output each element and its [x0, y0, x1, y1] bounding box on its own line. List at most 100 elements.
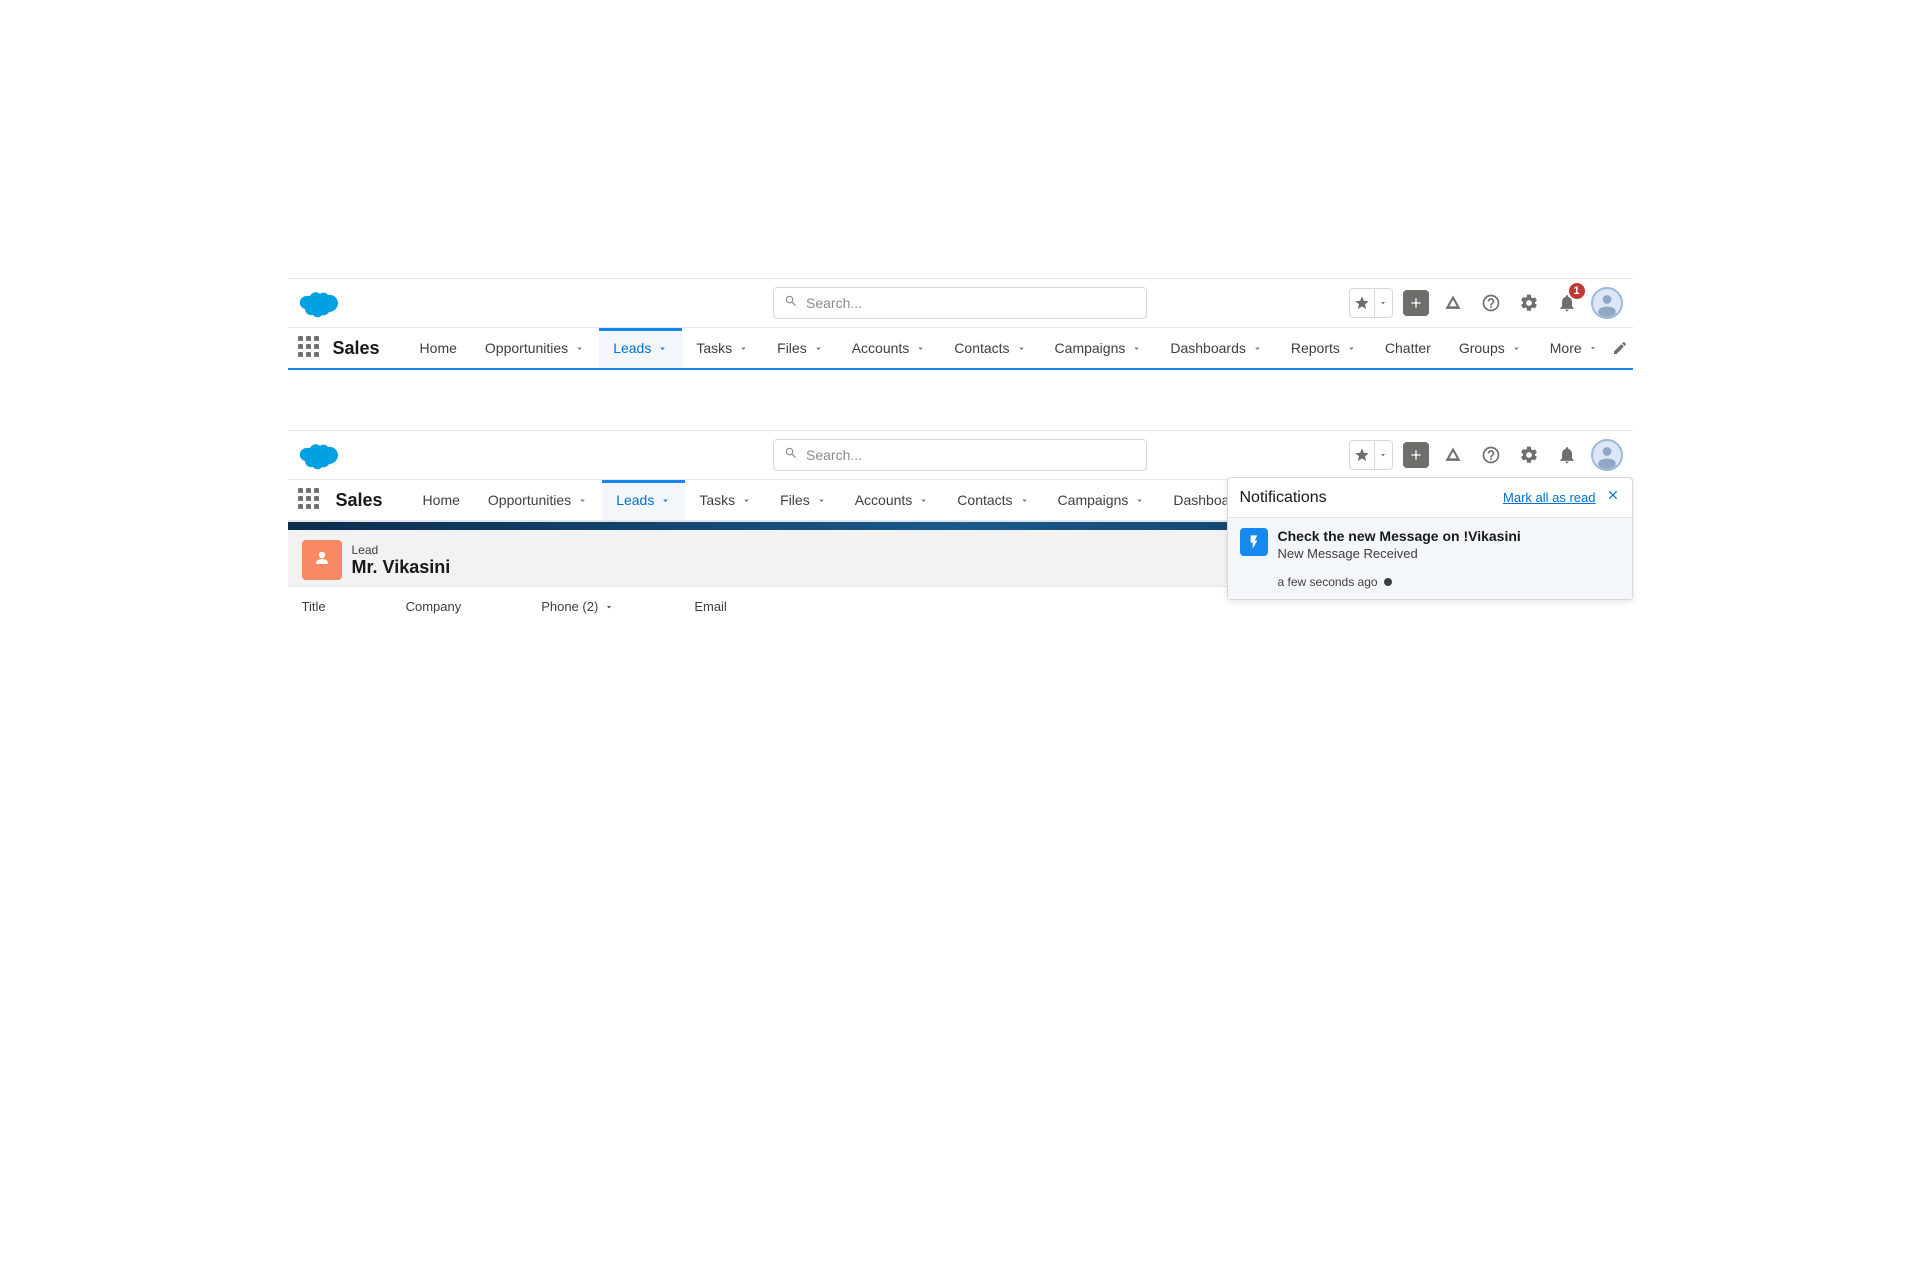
nav-chatter[interactable]: Chatter: [1371, 328, 1445, 368]
search-input[interactable]: [806, 295, 1136, 311]
nav-groups[interactable]: Groups: [1445, 328, 1536, 368]
nav-tasks[interactable]: Tasks: [682, 328, 763, 368]
global-search[interactable]: [773, 287, 1147, 319]
nav-opportunities[interactable]: Opportunities: [471, 328, 599, 368]
help-icon[interactable]: [1477, 441, 1505, 469]
notification-subtitle: New Message Received: [1278, 546, 1521, 561]
nav-label: Home: [423, 492, 460, 508]
record-type-label: Lead: [352, 543, 451, 557]
nav-contacts[interactable]: Contacts: [943, 480, 1043, 520]
app-navbar-top: Sales Home Opportunities LeadsTasks Files Ac…: [288, 328, 1633, 370]
unread-dot-icon: [1384, 578, 1392, 586]
trailhead-icon[interactable]: [1439, 441, 1467, 469]
nav-opportunities[interactable]: Opportunities: [474, 480, 602, 520]
nav-label: Groups: [1459, 340, 1505, 356]
nav-label: Contacts: [957, 492, 1012, 508]
nav-label: Leads: [616, 492, 654, 508]
notifications-bell-icon[interactable]: [1553, 441, 1581, 469]
nav-leads[interactable]: Leads: [599, 328, 682, 368]
nav-label: Files: [777, 340, 807, 356]
chevron-down-icon: [660, 495, 671, 506]
nav-accounts[interactable]: Accounts: [838, 328, 941, 368]
notifications-title: Notifications: [1240, 489, 1327, 507]
nav-home[interactable]: Home: [409, 480, 474, 520]
chevron-down-icon[interactable]: [1374, 441, 1392, 469]
lead-icon: [302, 540, 342, 580]
nav-files[interactable]: Files: [763, 328, 838, 368]
nav-label: Files: [780, 492, 810, 508]
setup-gear-icon[interactable]: [1515, 441, 1543, 469]
nav-contacts[interactable]: Contacts: [940, 328, 1040, 368]
notification-badge: 1: [1569, 283, 1585, 299]
nav-home[interactable]: Home: [406, 328, 471, 368]
trailhead-icon[interactable]: [1439, 289, 1467, 317]
chevron-down-icon: [816, 495, 827, 506]
nav-more[interactable]: More: [1536, 328, 1612, 368]
nav-label: Accounts: [855, 492, 913, 508]
nav-label: Accounts: [852, 340, 910, 356]
global-search[interactable]: [773, 439, 1147, 471]
global-header-top: 1: [288, 278, 1633, 328]
nav-label: Home: [420, 340, 457, 356]
app-name: Sales: [333, 338, 380, 359]
search-input[interactable]: [806, 447, 1136, 463]
user-avatar[interactable]: [1591, 287, 1623, 319]
mark-all-read-link[interactable]: Mark all as read: [1503, 490, 1595, 505]
notifications-bell-icon[interactable]: 1: [1553, 289, 1581, 317]
nav-dashboards[interactable]: Dashboards: [1156, 328, 1277, 368]
favorites-combo[interactable]: [1349, 288, 1393, 318]
bolt-icon: [1240, 528, 1268, 556]
chevron-down-icon: [1346, 343, 1357, 354]
chevron-down-icon: [574, 343, 585, 354]
user-avatar[interactable]: [1591, 439, 1623, 471]
global-add-button[interactable]: [1403, 290, 1429, 316]
global-header-bottom: Notifications Mark all as read Check the…: [288, 430, 1633, 480]
notifications-panel: Notifications Mark all as read Check the…: [1227, 477, 1633, 600]
nav-reports[interactable]: Reports: [1277, 328, 1371, 368]
nav-leads[interactable]: Leads: [602, 480, 685, 520]
edit-nav-pencil-icon[interactable]: [1612, 334, 1628, 362]
nav-campaigns[interactable]: Campaigns: [1044, 480, 1160, 520]
chevron-down-icon: [813, 343, 824, 354]
nav-label: Opportunities: [488, 492, 571, 508]
nav-label: Campaigns: [1058, 492, 1129, 508]
app-launcher-icon[interactable]: [298, 488, 322, 512]
chevron-down-icon: [915, 343, 926, 354]
nav-campaigns[interactable]: Campaigns: [1041, 328, 1157, 368]
chevron-down-icon: [1016, 343, 1027, 354]
star-icon[interactable]: [1350, 289, 1374, 317]
favorites-combo[interactable]: [1349, 440, 1393, 470]
global-add-button[interactable]: [1403, 442, 1429, 468]
setup-gear-icon[interactable]: [1515, 289, 1543, 317]
nav-accounts[interactable]: Accounts: [841, 480, 944, 520]
app-launcher-icon[interactable]: [298, 336, 319, 360]
nav-label: Reports: [1291, 340, 1340, 356]
chevron-down-icon[interactable]: [1374, 289, 1392, 317]
search-icon: [784, 294, 798, 313]
chevron-down-icon: [577, 495, 588, 506]
field-email: Email: [694, 599, 727, 614]
triangle-down-icon: [604, 602, 614, 612]
notification-item[interactable]: Check the new Message on !Vikasini New M…: [1228, 518, 1632, 599]
star-icon[interactable]: [1350, 441, 1374, 469]
field-phone[interactable]: Phone (2): [541, 599, 614, 614]
nav-label: Chatter: [1385, 340, 1431, 356]
nav-files[interactable]: Files: [766, 480, 841, 520]
nav-label: Campaigns: [1055, 340, 1126, 356]
chevron-down-icon: [1019, 495, 1030, 506]
nav-label: Opportunities: [485, 340, 568, 356]
help-icon[interactable]: [1477, 289, 1505, 317]
chevron-down-icon: [738, 343, 749, 354]
close-icon[interactable]: [1606, 488, 1620, 507]
notification-title: Check the new Message on !Vikasini: [1278, 528, 1521, 544]
nav-tasks[interactable]: Tasks: [685, 480, 766, 520]
field-company: Company: [406, 599, 462, 614]
salesforce-logo-icon: [298, 288, 342, 318]
chevron-down-icon: [1511, 343, 1522, 354]
record-name: Mr. Vikasini: [352, 557, 451, 578]
chevron-down-icon: [657, 343, 668, 354]
triangle-down-icon: [1588, 343, 1598, 353]
nav-label: Contacts: [954, 340, 1009, 356]
chevron-down-icon: [1134, 495, 1145, 506]
field-title: Title: [302, 599, 326, 614]
